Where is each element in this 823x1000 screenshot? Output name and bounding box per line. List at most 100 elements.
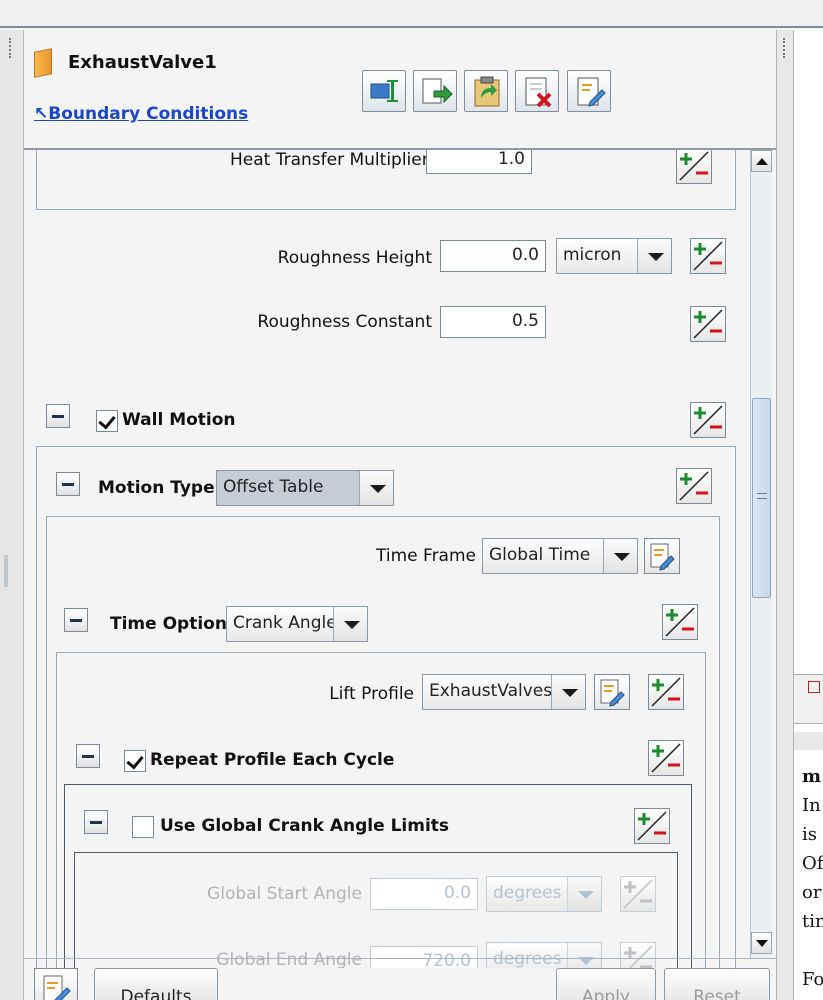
- export-button[interactable]: [413, 70, 457, 112]
- roughness-height-toggle-button[interactable]: [690, 238, 726, 274]
- chevron-down-icon[interactable]: [359, 471, 393, 505]
- help-line: m: [802, 766, 822, 787]
- global-end-angle-label: Global End Angle: [216, 950, 362, 968]
- global-end-angle-toggle-button: [620, 942, 656, 968]
- lift-profile-toggle-button[interactable]: [648, 674, 684, 710]
- apply-button[interactable]: Apply: [556, 968, 656, 1000]
- plus-minus-icon: [651, 677, 681, 707]
- scroll-content: Heat Transfer Multiplier 1.0 Roughness H…: [24, 150, 750, 968]
- plus-minus-icon: [693, 405, 723, 435]
- repeat-profile-collapse-button[interactable]: [76, 744, 100, 768]
- roughness-constant-label: Roughness Constant: [257, 312, 432, 332]
- lift-profile-edit-button[interactable]: [594, 674, 630, 710]
- wall-motion-collapse-button[interactable]: [46, 404, 70, 428]
- wall-motion-label: Wall Motion: [122, 410, 236, 430]
- heat-transfer-toggle-button[interactable]: [676, 150, 712, 184]
- chevron-down-icon[interactable]: [603, 539, 637, 573]
- scroll-thumb[interactable]: [752, 398, 771, 598]
- motion-type-select[interactable]: Offset Table: [216, 470, 394, 506]
- vertical-scrollbar[interactable]: [750, 150, 772, 958]
- edit-document-icon: [600, 679, 625, 707]
- global-start-angle-toggle-button: [620, 876, 656, 912]
- heat-transfer-label: Heat Transfer Multiplier: [230, 150, 429, 170]
- edit-document-icon: [43, 975, 71, 1000]
- global-end-angle-unit-select: degrees: [486, 942, 602, 968]
- scroll-down-button[interactable]: [751, 932, 772, 954]
- footer-divider: [24, 958, 776, 959]
- object-icon: [34, 48, 52, 78]
- time-frame-label: Time Frame: [376, 546, 476, 566]
- use-global-limits-label: Use Global Crank Angle Limits: [160, 816, 450, 836]
- plus-minus-icon: [665, 607, 695, 637]
- motion-type-toggle-button[interactable]: [676, 468, 712, 504]
- wall-motion-toggle-button[interactable]: [690, 402, 726, 438]
- chevron-down-icon[interactable]: [637, 239, 671, 273]
- wall-motion-checkbox[interactable]: [96, 410, 118, 432]
- breadcrumb-link[interactable]: Boundary Conditions: [48, 104, 248, 124]
- left-edge-strip: [0, 30, 24, 1000]
- global-start-angle-input: 0.0: [370, 878, 478, 910]
- edit-document-icon: [577, 77, 606, 107]
- roughness-height-unit-select[interactable]: micron: [556, 238, 672, 274]
- motion-type-collapse-button[interactable]: [56, 472, 80, 496]
- chevron-down-icon: [756, 940, 768, 947]
- time-option-toggle-button[interactable]: [662, 604, 698, 640]
- help-line: or: [802, 882, 822, 903]
- plus-minus-icon: [623, 879, 653, 909]
- splitter-handle[interactable]: [776, 30, 794, 1000]
- global-limits-toggle-button[interactable]: [634, 808, 670, 844]
- roughness-constant-toggle-button[interactable]: [690, 306, 726, 342]
- plus-minus-icon: [651, 743, 681, 773]
- rename-button[interactable]: [362, 70, 406, 112]
- breadcrumb-arrow-icon: ↖: [34, 104, 49, 124]
- edit-document-icon: [650, 543, 675, 571]
- paste-button[interactable]: [464, 70, 508, 112]
- chevron-up-icon: [756, 158, 768, 165]
- chevron-down-icon[interactable]: [333, 607, 367, 641]
- global-limits-collapse-button[interactable]: [84, 810, 108, 834]
- time-frame-select[interactable]: Global Time: [482, 538, 638, 574]
- plus-minus-icon: [693, 241, 723, 271]
- motion-type-label: Motion Type: [98, 478, 215, 498]
- roughness-constant-input[interactable]: 0.5: [440, 306, 546, 338]
- defaults-button[interactable]: Defaults: [94, 968, 218, 1000]
- plus-minus-icon: [693, 309, 723, 339]
- help-line: In: [802, 795, 821, 816]
- time-frame-edit-button[interactable]: [644, 538, 680, 574]
- global-start-angle-unit-select: degrees: [486, 876, 602, 912]
- delete-button[interactable]: [515, 70, 559, 112]
- delete-icon: [525, 77, 552, 108]
- lift-profile-select[interactable]: ExhaustValves: [422, 674, 586, 710]
- breadcrumb[interactable]: ↖Boundary Conditions: [34, 104, 248, 124]
- plus-minus-icon: [637, 811, 667, 841]
- help-line: [802, 936, 823, 965]
- time-option-collapse-button[interactable]: [64, 608, 88, 632]
- repeat-profile-toggle-button[interactable]: [648, 740, 684, 776]
- help-line: is: [802, 824, 817, 845]
- chevron-down-icon[interactable]: [551, 675, 585, 709]
- use-global-limits-checkbox[interactable]: [132, 816, 154, 838]
- footer-edit-button[interactable]: [34, 968, 78, 1000]
- time-option-label: Time Option: [110, 614, 227, 634]
- repeat-profile-checkbox[interactable]: [124, 750, 146, 772]
- roughness-height-input[interactable]: 0.0: [440, 240, 546, 272]
- plus-minus-icon: [679, 471, 709, 501]
- export-icon: [422, 78, 453, 104]
- scroll-up-button[interactable]: [751, 150, 772, 172]
- object-title: ExhaustValve1: [68, 52, 217, 73]
- plus-minus-icon: [624, 945, 653, 968]
- lift-profile-label: Lift Profile: [329, 684, 414, 704]
- window-top-bar: [0, 0, 823, 28]
- rename-icon: [370, 80, 398, 102]
- help-line: Fo: [802, 969, 823, 990]
- help-line: Of: [802, 853, 823, 874]
- chevron-down-icon: [567, 943, 601, 968]
- edit-button[interactable]: [567, 70, 611, 112]
- global-start-angle-label: Global Start Angle: [207, 884, 362, 904]
- chevron-down-icon: [567, 877, 601, 911]
- help-text: m In is Of or tin Fo: [802, 762, 823, 994]
- reset-button[interactable]: Reset: [664, 968, 770, 1000]
- time-option-select[interactable]: Crank Angle: [226, 606, 368, 642]
- plus-minus-icon: [679, 151, 709, 181]
- heat-transfer-input[interactable]: 1.0: [426, 150, 532, 174]
